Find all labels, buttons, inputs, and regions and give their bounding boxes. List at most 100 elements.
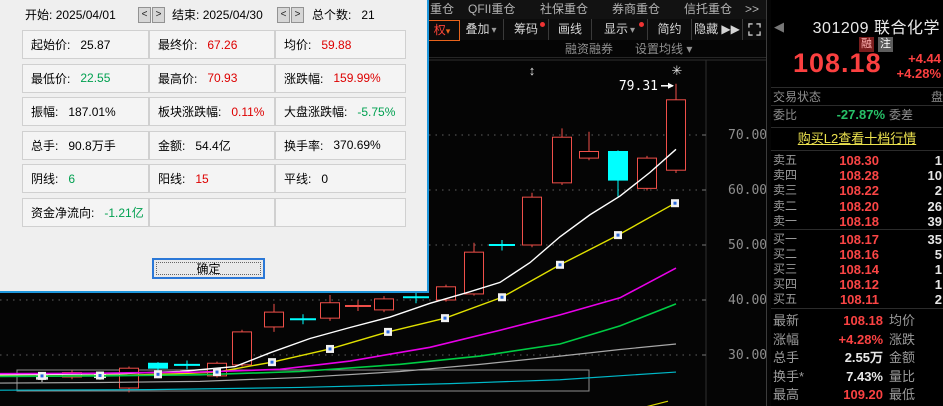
toolbar-button-筹码[interactable]: 筹码 xyxy=(504,19,549,40)
ask-row-2[interactable]: 卖二108.2026 xyxy=(771,199,943,214)
start-date-prev-button[interactable]: < xyxy=(138,7,151,23)
y-axis-tick-label: 50.00 xyxy=(728,238,766,253)
ma-settings-link[interactable]: 设置均线 ▾ xyxy=(635,41,692,57)
margin-trading-link[interactable]: 融资融券 xyxy=(565,41,613,57)
dialog-ok-button[interactable]: 确定 xyxy=(152,258,265,279)
divider xyxy=(771,105,943,106)
candle-8[interactable] xyxy=(265,312,284,327)
candle-7[interactable] xyxy=(233,332,252,365)
candle-4[interactable] xyxy=(149,363,168,368)
annotation-arrowhead xyxy=(668,83,674,89)
candle-10[interactable] xyxy=(321,303,340,318)
y-axis-tick-label: 60.00 xyxy=(728,183,766,198)
candle-17[interactable] xyxy=(523,197,542,245)
tabs-overflow-button[interactable]: >> xyxy=(745,0,759,19)
toolbar-button-叠加[interactable]: 叠加▾ xyxy=(459,19,504,40)
divider xyxy=(771,308,943,309)
ma-marker-dot xyxy=(41,374,44,377)
panel-divider xyxy=(766,0,767,406)
tab-0[interactable]: 重仓 xyxy=(430,0,454,19)
candle-22[interactable] xyxy=(667,100,686,170)
level-price: 108.14 xyxy=(809,262,879,277)
candle-3[interactable] xyxy=(120,368,139,388)
ma-marker-dot xyxy=(387,330,390,333)
end-date-next-button[interactable]: > xyxy=(291,7,304,23)
divider xyxy=(771,127,943,128)
level-volume: 10 xyxy=(928,168,942,183)
level-label: 买一 xyxy=(773,232,797,247)
level-price: 108.22 xyxy=(809,183,879,198)
level-price: 108.28 xyxy=(809,168,879,183)
candle-20[interactable] xyxy=(609,152,628,181)
stat-cell-1-0: 最低价:22.55 xyxy=(22,64,149,93)
last-price: 108.18 xyxy=(793,48,882,79)
tab-3[interactable]: 券商重仓 xyxy=(612,0,660,19)
bid-row-1[interactable]: 买一108.1735 xyxy=(771,232,943,247)
candle-12[interactable] xyxy=(375,299,394,310)
adjust-rights-button[interactable]: 权▾ xyxy=(424,20,460,41)
updown-arrow-icon[interactable]: ↕ xyxy=(529,63,536,78)
stat-cell-4-0: 阴线:6 xyxy=(22,164,149,193)
level-label: 卖四 xyxy=(773,168,797,183)
level-label: 卖五 xyxy=(773,153,797,168)
buy-l2-link[interactable]: 购买L2查看十档行情 xyxy=(771,129,943,149)
end-date-prev-button[interactable]: < xyxy=(277,7,290,23)
ask-row-1[interactable]: 卖一108.1839 xyxy=(771,214,943,229)
stat-cell-3-1: 金额:54.4亿 xyxy=(149,131,275,160)
stat-cell-2-0: 振幅:187.01% xyxy=(22,97,149,126)
stat-cell-2-1: 板块涨跌幅:0.11% xyxy=(149,97,275,126)
toolbar-button-expand-icon[interactable] xyxy=(743,19,767,40)
toolbar-button-显示[interactable]: 显示▾ xyxy=(592,19,648,40)
ask-row-4[interactable]: 卖四 108.28 10 xyxy=(771,168,943,183)
tab-4[interactable]: 信托重仓 xyxy=(684,0,732,19)
tab-1[interactable]: QFII重仓 xyxy=(468,0,515,19)
ma-marker-dot xyxy=(329,347,332,350)
star-icon[interactable]: ✳ xyxy=(672,63,683,78)
stat-row-2: 总手2.55万金额 xyxy=(771,349,943,367)
stat-cell-0-1: 最终价:67.26 xyxy=(149,30,275,59)
level-volume: 35 xyxy=(928,232,942,247)
stat-cell-4-1: 阳线:15 xyxy=(149,164,275,193)
stat-row-1: 涨幅+4.28%涨跌 xyxy=(771,331,943,349)
bid-row-2[interactable]: 买二108.165 xyxy=(771,247,943,262)
app-window: 重仓QFII重仓社保重仓券商重仓信托重仓>> 叠加▾筹码画线显示▾简约隐藏 ▶▶… xyxy=(0,0,943,406)
bid-row-3[interactable]: 买三 108.14 1 xyxy=(771,262,943,277)
level-price: 108.18 xyxy=(809,214,879,229)
collapse-panel-icon[interactable]: ◀ xyxy=(774,19,784,35)
divider xyxy=(771,150,943,151)
ma-marker-dot xyxy=(157,373,160,376)
y-axis-tick-label: 70.00 xyxy=(728,128,766,143)
stats-dialog: 开始: 2025/04/01 < > 结束: 2025/04/30 < > 总个… xyxy=(0,0,429,293)
level-label: 买三 xyxy=(773,262,797,277)
ask-row-3[interactable]: 卖三108.222 xyxy=(771,183,943,198)
toolbar-button-画线[interactable]: 画线 xyxy=(549,19,592,40)
stat-row-3: 换手*7.43%量比 xyxy=(771,368,943,386)
trade-status-row: 交易状态 盘 xyxy=(771,89,943,105)
stat-cell-4-2: 平线:0 xyxy=(275,164,406,193)
candle-18[interactable] xyxy=(553,137,572,183)
notification-dot xyxy=(540,22,545,27)
stat-cell-5-2 xyxy=(275,198,406,227)
level-label: 卖二 xyxy=(773,199,797,214)
candle-19[interactable] xyxy=(580,152,599,159)
bid-row-4[interactable]: 买四108.121 xyxy=(771,277,943,292)
start-date-next-button[interactable]: > xyxy=(152,7,165,23)
tab-2[interactable]: 社保重仓 xyxy=(540,0,588,19)
toolbar-button-隐藏 ▶▶[interactable]: 隐藏 ▶▶ xyxy=(692,19,743,40)
adjust-rights-label: 权 xyxy=(434,23,446,37)
bid-row-5[interactable]: 买五108.112 xyxy=(771,292,943,307)
candle-21[interactable] xyxy=(638,158,657,188)
level-label: 买五 xyxy=(773,292,797,307)
level-label: 买四 xyxy=(773,277,797,292)
level-price: 108.12 xyxy=(809,277,879,292)
level-volume: 1 xyxy=(935,262,942,277)
ask-row-5[interactable]: 卖五108.301 xyxy=(771,153,943,168)
weibi-row: 委比 -27.87% 委差 xyxy=(771,107,943,123)
weibi-value: -27.87% xyxy=(809,107,885,123)
level-label: 卖一 xyxy=(773,214,797,229)
ma-marker-dot xyxy=(674,202,677,205)
toolbar-button-简约[interactable]: 简约 xyxy=(648,19,692,40)
level-volume: 5 xyxy=(935,247,942,262)
quote-panel: ◀ 301209 联合化学 融注 108.18 +4.44+4.28% 交易状态… xyxy=(771,0,943,406)
stat-cell-3-2: 换手率:370.69% xyxy=(275,131,406,160)
